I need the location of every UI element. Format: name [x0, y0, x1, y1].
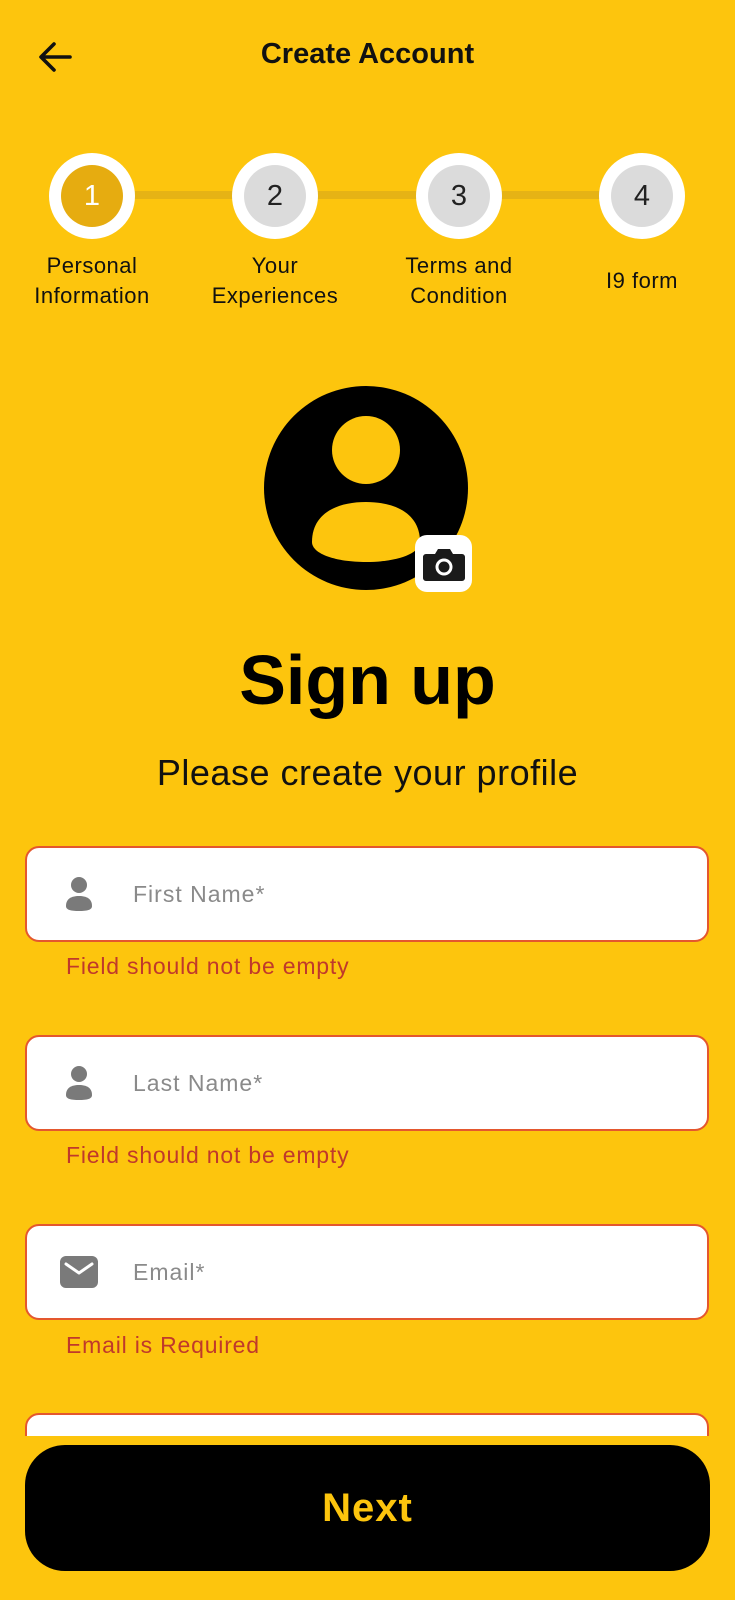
- step-label-line1: I9 form: [606, 268, 678, 293]
- step-personal-information[interactable]: 1 Personal Information: [2, 153, 182, 311]
- step-label-line2: Experiences: [211, 283, 339, 308]
- step-circle: 1: [49, 153, 135, 239]
- email-input[interactable]: [131, 1226, 687, 1318]
- signup-subtitle: Please create your profile: [156, 752, 579, 793]
- person-icon: [59, 1063, 99, 1103]
- step-number: 3: [428, 165, 490, 227]
- step-terms-and-condition[interactable]: 3 Terms and Condition: [369, 153, 549, 311]
- step-label-line2: Information: [34, 283, 150, 308]
- profile-photo[interactable]: [264, 386, 472, 594]
- camera-icon: [422, 548, 465, 581]
- last-name-field[interactable]: [25, 1035, 709, 1131]
- step-label-line1: Personal: [46, 253, 138, 278]
- first-name-input[interactable]: [131, 848, 687, 940]
- change-photo-button[interactable]: [415, 535, 472, 592]
- step-your-experiences[interactable]: 2 Your Experiences: [185, 153, 365, 311]
- step-label-line1: Your: [251, 253, 299, 278]
- step-number: 4: [611, 165, 673, 227]
- person-icon: [59, 874, 99, 914]
- step-label: Your Experiences: [185, 251, 365, 311]
- step-label-line1: Terms and: [405, 253, 513, 278]
- next-button[interactable]: Next: [25, 1445, 710, 1571]
- first-name-field[interactable]: [25, 846, 709, 942]
- step-label: I9 form: [552, 266, 732, 296]
- step-label: Terms and Condition: [369, 251, 549, 311]
- last-name-input[interactable]: [131, 1037, 687, 1129]
- page-title: Create Account: [260, 38, 475, 70]
- mail-icon: [59, 1252, 99, 1292]
- step-label: Personal Information: [2, 251, 182, 311]
- step-label-line2: Condition: [410, 283, 508, 308]
- email-error: Email is Required: [66, 1332, 260, 1358]
- last-name-error: Field should not be empty: [66, 1142, 350, 1168]
- app-header: Create Account: [0, 0, 735, 112]
- signup-heading: Sign up: [239, 641, 496, 719]
- step-i9-form[interactable]: 4 I9 form: [552, 153, 732, 296]
- step-number: 2: [244, 165, 306, 227]
- first-name-error: Field should not be empty: [66, 953, 350, 979]
- step-circle: 2: [232, 153, 318, 239]
- email-field[interactable]: [25, 1224, 709, 1320]
- step-number: 1: [61, 165, 123, 227]
- create-account-screen: Create Account 1 Personal Information 2 …: [0, 0, 735, 1600]
- step-circle: 4: [599, 153, 685, 239]
- step-circle: 3: [416, 153, 502, 239]
